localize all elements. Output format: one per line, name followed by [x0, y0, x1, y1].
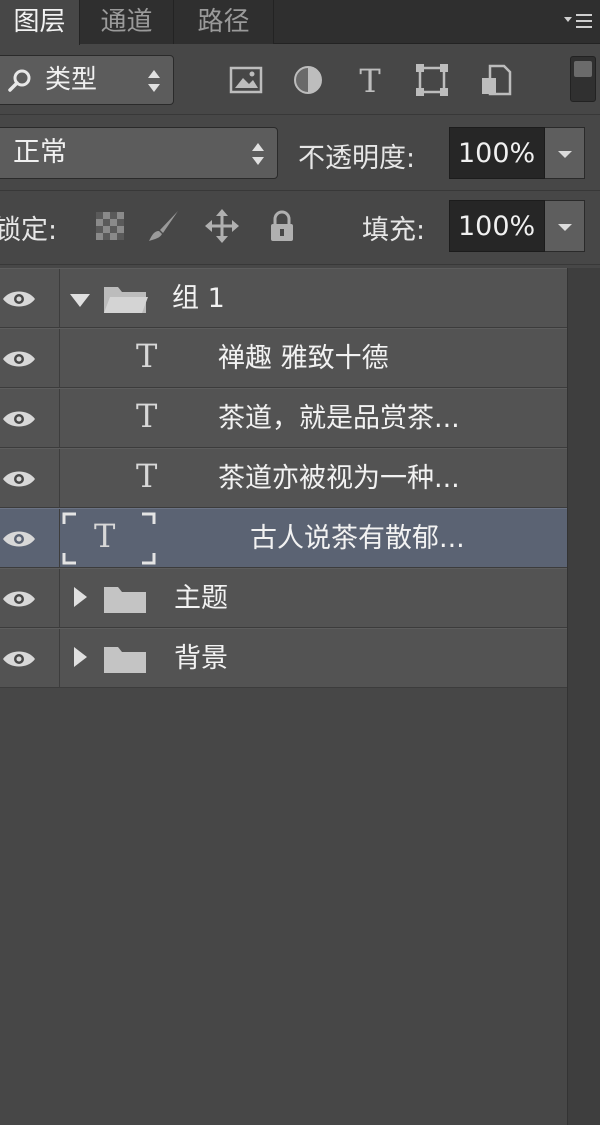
lock-label: 锁定:: [0, 215, 58, 246]
filter-kind-select[interactable]: 类型: [0, 55, 174, 105]
eye-icon: [3, 351, 35, 367]
search-icon: [8, 69, 31, 92]
layer-row-group[interactable]: 背景: [0, 628, 567, 688]
layer-name: 茶道亦被视为一种...: [218, 463, 460, 494]
tab-layers-label: 图层: [13, 7, 66, 37]
text-layer-icon: T: [136, 457, 158, 495]
lock-icon[interactable]: [264, 208, 300, 244]
move-icon[interactable]: [204, 208, 240, 244]
layer-row-text-selected[interactable]: T 古人说茶有散郁...: [0, 508, 567, 568]
visibility-toggle[interactable]: [0, 329, 60, 388]
expand-arrow-icon[interactable]: [70, 294, 90, 307]
eye-icon: [3, 291, 35, 307]
visibility-toggle[interactable]: [0, 629, 60, 688]
eye-icon: [3, 531, 35, 547]
svg-text:T: T: [359, 62, 381, 98]
filter-toggle-switch[interactable]: [570, 56, 596, 102]
filter-kind-label: 类型: [45, 65, 98, 95]
visibility-toggle[interactable]: [0, 389, 60, 448]
layer-row-group[interactable]: 主题: [0, 568, 567, 628]
fill-label: 填充:: [362, 215, 426, 246]
tab-channels-label: 通道: [100, 7, 153, 37]
panel-menu-icon[interactable]: [562, 10, 594, 32]
layer-row-text[interactable]: T 禅趣 雅致十德: [0, 328, 567, 388]
eye-icon: [3, 471, 35, 487]
folder-icon: [104, 587, 146, 613]
smart-object-filter-icon[interactable]: [478, 62, 514, 98]
eye-icon: [3, 411, 35, 427]
blend-mode-select[interactable]: 正常: [0, 127, 278, 179]
layers-scrollbar[interactable]: [567, 268, 600, 1125]
layer-name: 古人说茶有散郁...: [250, 523, 465, 554]
layer-name: 背景: [174, 643, 228, 674]
fill-input[interactable]: [449, 200, 545, 252]
collapse-arrow-icon[interactable]: [74, 647, 87, 667]
collapse-arrow-icon[interactable]: [74, 587, 87, 607]
layer-row-text[interactable]: T 茶道亦被视为一种...: [0, 448, 567, 508]
brush-icon[interactable]: [146, 208, 182, 244]
layer-name: 组 1: [172, 283, 225, 314]
text-layer-icon: T: [136, 337, 158, 375]
tab-layers[interactable]: 图层: [0, 0, 80, 45]
tab-paths[interactable]: 路径: [174, 0, 274, 44]
folder-icon: [104, 647, 146, 673]
layer-name: 主题: [174, 583, 228, 614]
opacity-dropdown-button[interactable]: [545, 127, 585, 179]
opacity-label: 不透明度:: [298, 143, 416, 174]
layer-row-group[interactable]: 组 1: [0, 268, 567, 328]
fill-dropdown-button[interactable]: [545, 200, 585, 252]
text-layer-icon: T: [136, 397, 158, 435]
visibility-toggle[interactable]: [0, 269, 60, 328]
tab-channels[interactable]: 通道: [80, 0, 174, 44]
select-arrows-icon: [148, 70, 160, 92]
blend-mode-value: 正常: [13, 137, 67, 168]
layer-row-text[interactable]: T 茶道，就是品赏茶...: [0, 388, 567, 448]
shape-filter-icon[interactable]: [414, 62, 450, 98]
opacity-input[interactable]: [449, 127, 545, 179]
image-filter-icon[interactable]: [228, 62, 264, 98]
text-layer-icon: T: [94, 517, 116, 555]
eye-icon: [3, 651, 35, 667]
layer-name: 茶道，就是品赏茶...: [218, 403, 460, 434]
visibility-toggle[interactable]: [0, 449, 60, 508]
lock-transparent-pixels-icon[interactable]: [92, 208, 128, 244]
eye-icon: [3, 591, 35, 607]
adjustment-filter-icon[interactable]: [290, 62, 326, 98]
select-arrows-icon: [252, 143, 264, 165]
layer-name: 禅趣 雅致十德: [218, 343, 389, 374]
tab-paths-label: 路径: [197, 7, 250, 37]
panel-tab-bar: 图层 通道 路径: [0, 0, 600, 45]
visibility-toggle[interactable]: [0, 509, 60, 568]
type-filter-icon[interactable]: T: [352, 62, 388, 98]
folder-open-icon: [104, 287, 148, 313]
visibility-toggle[interactable]: [0, 569, 60, 628]
